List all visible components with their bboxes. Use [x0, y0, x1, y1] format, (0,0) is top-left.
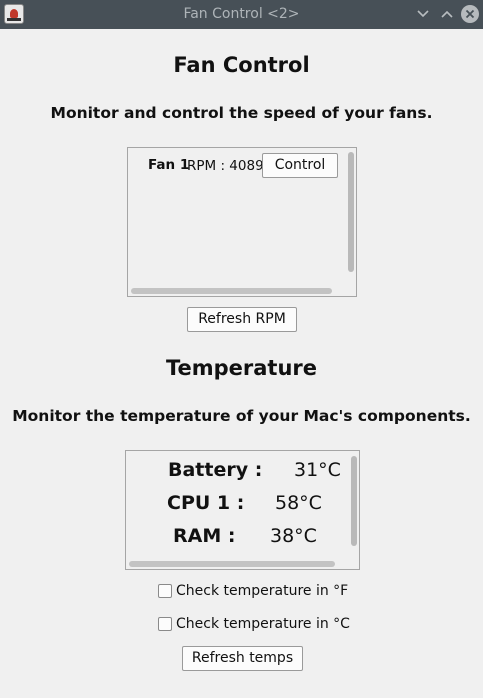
refresh-temps-button[interactable]: Refresh temps: [182, 646, 303, 671]
refresh-rpm-button[interactable]: Refresh RPM: [187, 307, 297, 332]
temperature-value: 58°C: [275, 492, 322, 514]
fan-control-button[interactable]: Control: [262, 153, 338, 178]
temperature-value: 38°C: [270, 525, 317, 547]
title-bar: Fan Control <2>: [0, 0, 483, 29]
temperature-vertical-scrollbar[interactable]: [351, 456, 357, 546]
close-icon[interactable]: [461, 5, 479, 23]
temperature-panel: Battery : 31°C CPU 1 : 58°C RAM : 38°C: [125, 450, 360, 570]
fan-list-vertical-scrollbar[interactable]: [348, 152, 354, 272]
fan-list-horizontal-scrollbar[interactable]: [131, 288, 332, 294]
temperature-title: Temperature: [165, 356, 318, 380]
fan-control-subtitle: Monitor and control the speed of your fa…: [50, 104, 433, 122]
temperature-label: CPU 1 :: [167, 492, 245, 514]
maximize-icon[interactable]: [438, 5, 456, 23]
celsius-checkbox-label[interactable]: Check temperature in °C: [176, 616, 350, 632]
fan-list-panel: Fan 1 RPM : 4089 Control: [127, 147, 357, 297]
fan-name: Fan 1: [148, 157, 190, 173]
temperature-label: RAM :: [173, 525, 236, 547]
fahrenheit-checkbox-label[interactable]: Check temperature in °F: [176, 583, 348, 599]
temperature-subtitle: Monitor the temperature of your Mac's co…: [12, 407, 471, 425]
temperature-horizontal-scrollbar[interactable]: [129, 561, 335, 567]
celsius-checkbox[interactable]: [158, 617, 172, 631]
window-title: Fan Control <2>: [183, 6, 300, 22]
fan-control-title: Fan Control: [173, 53, 310, 77]
temperature-label: Battery :: [168, 459, 263, 481]
fan-rpm: RPM : 4089: [187, 158, 264, 174]
temperature-value: 31°C: [294, 459, 341, 481]
minimize-icon[interactable]: [414, 5, 432, 23]
fahrenheit-checkbox[interactable]: [158, 584, 172, 598]
